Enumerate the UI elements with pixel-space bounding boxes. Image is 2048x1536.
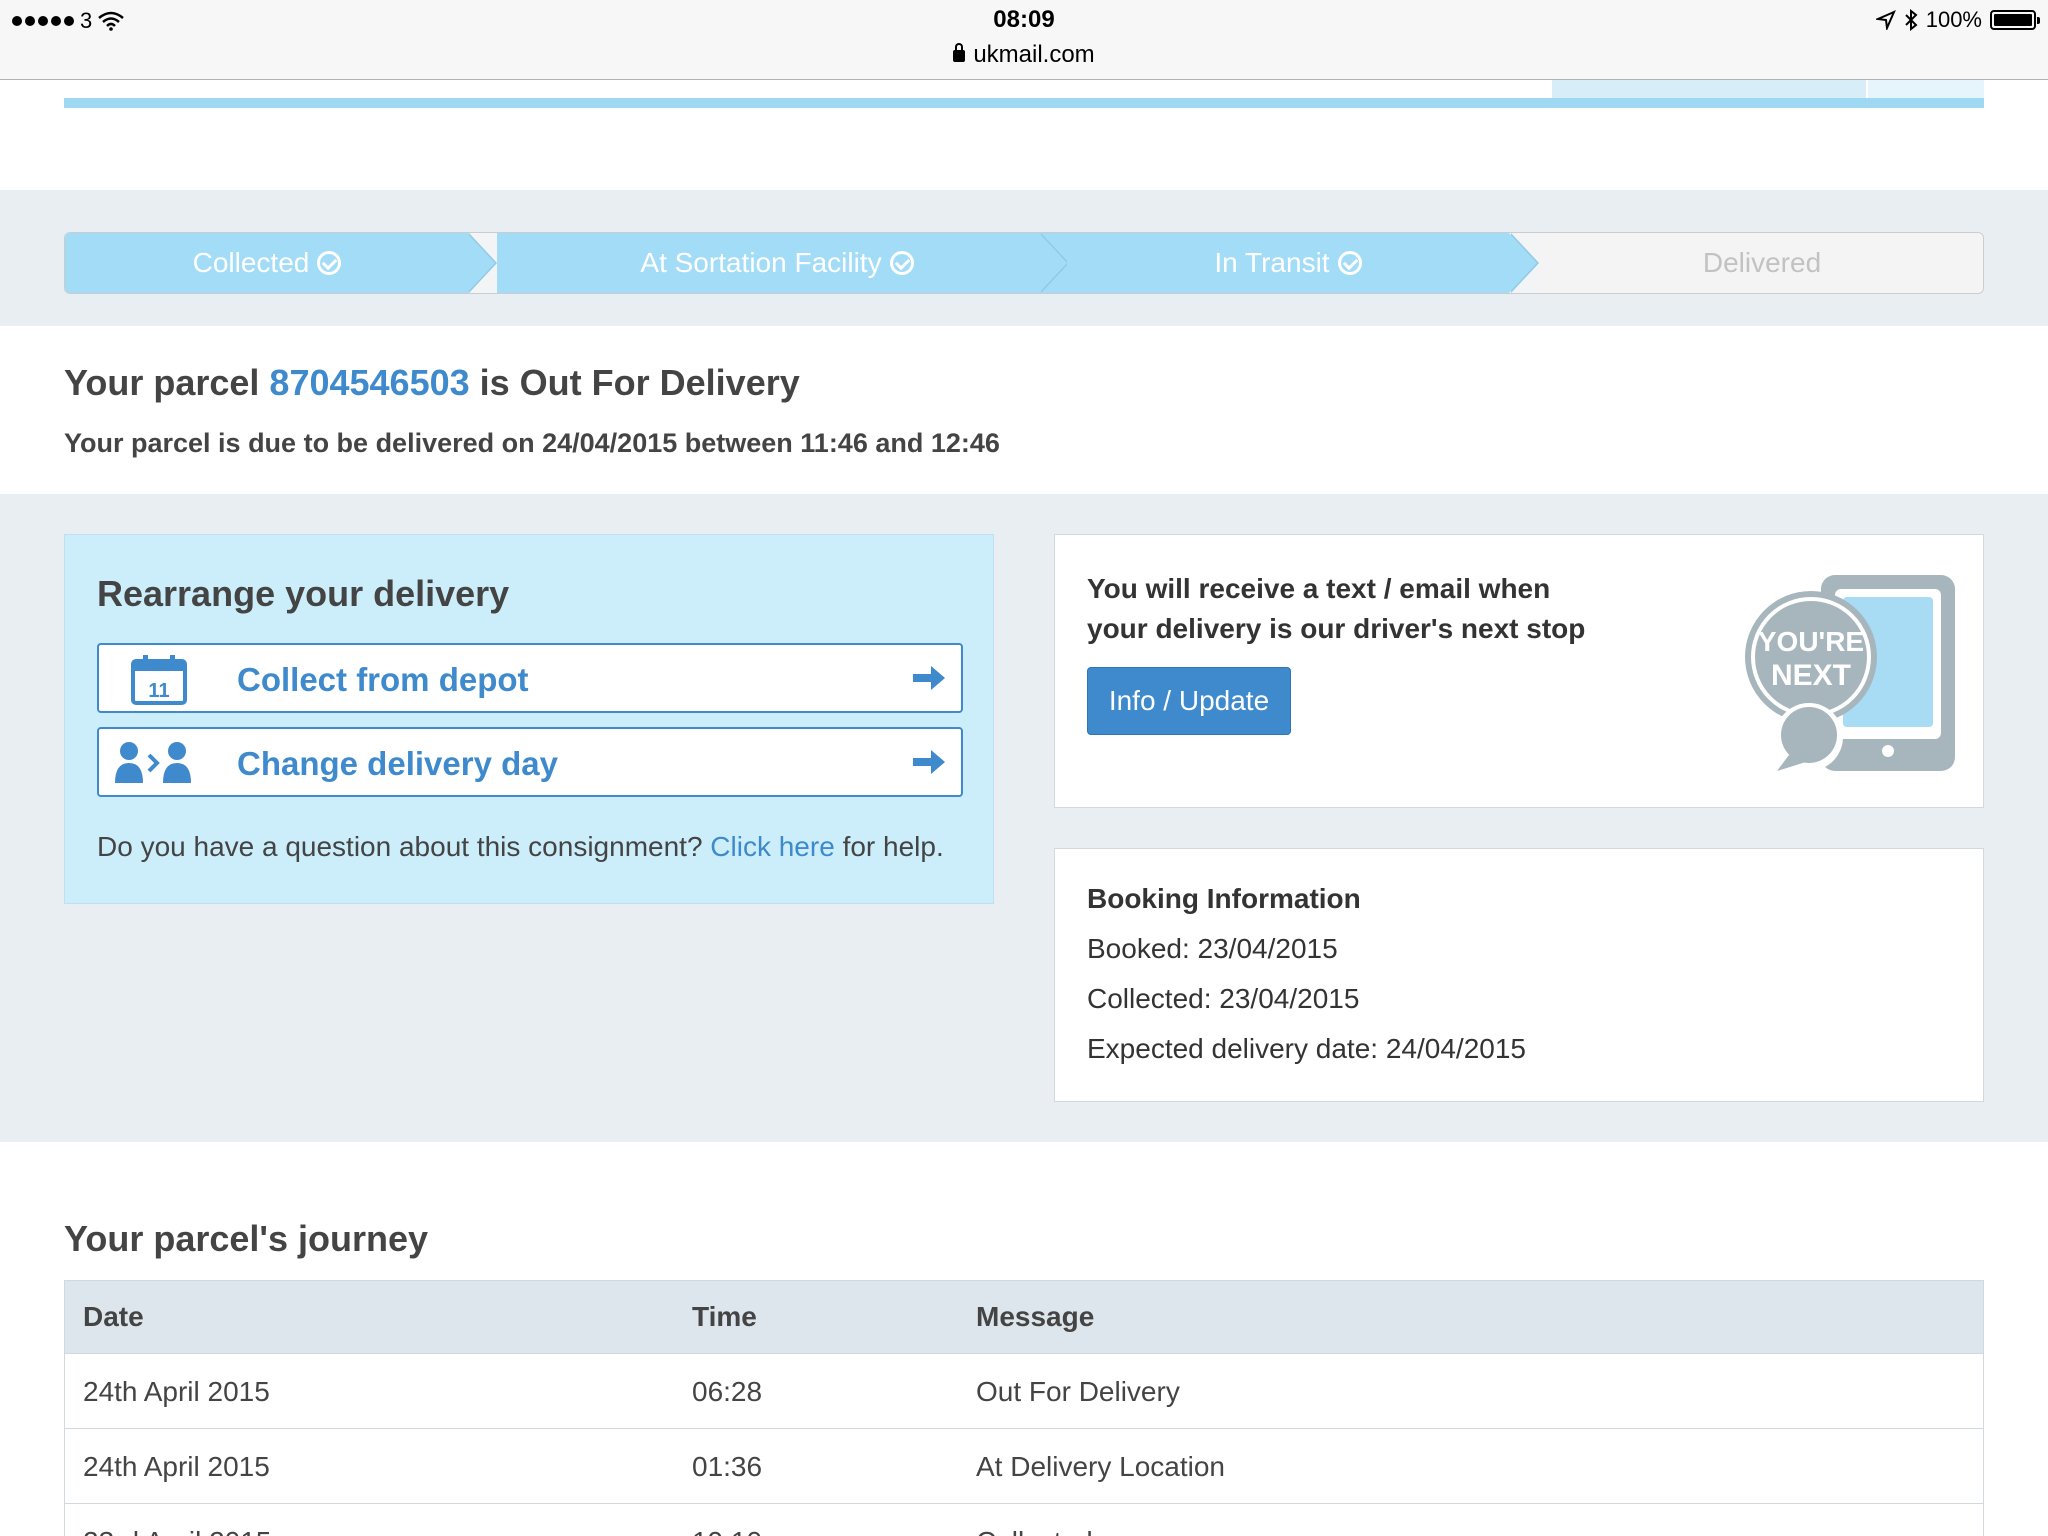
expected-delivery-date: Expected delivery date: 24/04/2015	[1087, 1033, 1526, 1064]
step-delivered: Delivered	[1539, 233, 1983, 293]
clock: 08:09	[993, 6, 1055, 33]
bluetooth-icon	[1905, 9, 1918, 31]
calendar-icon: 11	[131, 655, 187, 705]
battery-icon	[1990, 10, 2040, 30]
header-divider	[64, 98, 1984, 108]
table-row: 24th April 2015 06:28 Out For Delivery	[64, 1354, 1984, 1429]
help-link[interactable]: Click here	[710, 831, 834, 862]
svg-text:11: 11	[148, 680, 169, 702]
svg-text:YOU'RE: YOU'RE	[1758, 626, 1864, 657]
check-circle-icon	[889, 251, 914, 275]
arrow-right-icon	[913, 750, 945, 774]
status-right: 100%	[1875, 7, 2040, 33]
info-update-button[interactable]: Info / Update	[1087, 667, 1291, 735]
battery-percent: 100%	[1925, 7, 1982, 32]
step-collected: Collected	[65, 233, 469, 293]
step-in-transit: In Transit	[1067, 233, 1509, 293]
people-transfer-icon	[115, 742, 191, 783]
rearrange-panel: Rearrange your delivery 11 Collect from …	[64, 534, 994, 904]
check-circle-icon	[1337, 251, 1362, 275]
tracking-progress: Collected At Sortation Facility In Trans…	[64, 232, 1984, 294]
collected-date: Collected: 23/04/2015	[1087, 983, 1360, 1014]
journey-table-header: Date Time Message	[64, 1280, 1984, 1354]
column-header-message: Message	[976, 1301, 1095, 1332]
column-header-time: Time	[692, 1301, 757, 1332]
check-circle-icon	[317, 251, 342, 275]
notification-panel: You will receive a text / email when you…	[1054, 534, 1984, 808]
help-text: Do you have a question about this consig…	[97, 831, 944, 862]
booked-date: Booked: 23/04/2015	[1087, 933, 1338, 964]
change-delivery-day-button[interactable]: Change delivery day	[97, 727, 963, 797]
booking-info-panel: Booking Information Booked: 23/04/2015 C…	[1054, 848, 1984, 1102]
arrow-right-icon	[913, 666, 945, 690]
status-bar: 3 08:09 ukmail.com 100%	[0, 0, 2048, 80]
svg-text:NEXT: NEXT	[1771, 659, 1851, 692]
collect-from-depot-button[interactable]: 11 Collect from depot	[97, 643, 963, 713]
youre-next-badge-icon: YOU'RE NEXT	[1745, 575, 1955, 771]
rearrange-title: Rearrange your delivery	[97, 573, 510, 614]
booking-title: Booking Information	[1087, 883, 1361, 914]
table-row: 23rd April 2015 19:10 Collected	[64, 1504, 1984, 1536]
parcel-number-link[interactable]: 8704546503	[269, 362, 469, 403]
lock-icon	[953, 43, 966, 62]
location-arrow-icon	[1875, 10, 1896, 30]
journey-title: Your parcel's journey	[64, 1218, 429, 1259]
table-row: 24th April 2015 01:36 At Delivery Locati…	[64, 1429, 1984, 1504]
parcel-status-heading: Your parcel 8704546503 is Out For Delive…	[64, 362, 800, 403]
address-bar[interactable]: ukmail.com	[0, 41, 2048, 69]
notification-text: You will receive a text / email when you…	[1087, 573, 1586, 644]
delivery-window-text: Your parcel is due to be delivered on 24…	[64, 428, 1000, 458]
column-header-date: Date	[83, 1301, 144, 1332]
url-text: ukmail.com	[973, 41, 1095, 68]
step-sortation: At Sortation Facility	[497, 233, 1087, 293]
